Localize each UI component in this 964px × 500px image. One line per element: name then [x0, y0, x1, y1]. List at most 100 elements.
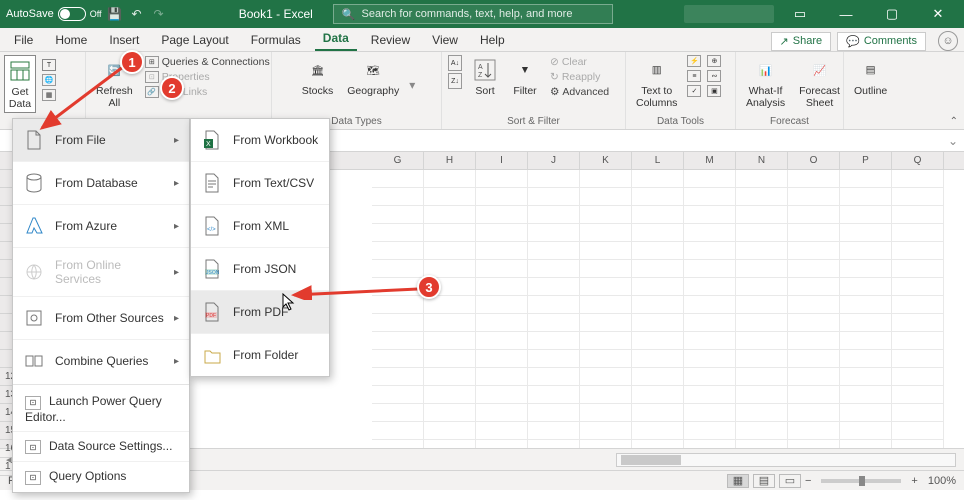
close-icon[interactable]: ✕ — [918, 0, 958, 28]
cell[interactable] — [476, 404, 528, 422]
cell[interactable] — [632, 188, 684, 206]
cell[interactable] — [788, 296, 840, 314]
cell[interactable] — [372, 260, 424, 278]
zoom-in-icon[interactable]: + — [911, 475, 917, 487]
menu-item-from-text-csv[interactable]: From Text/CSV — [191, 162, 329, 205]
cell[interactable] — [840, 296, 892, 314]
cell[interactable] — [372, 368, 424, 386]
cell[interactable] — [840, 278, 892, 296]
cell[interactable] — [736, 332, 788, 350]
cell[interactable] — [736, 242, 788, 260]
cell[interactable] — [580, 386, 632, 404]
column-header[interactable]: M — [684, 152, 736, 169]
advanced-filter-button[interactable]: ⚙Advanced — [548, 85, 611, 99]
normal-view-icon[interactable]: ▦ — [727, 474, 749, 488]
cell[interactable] — [736, 296, 788, 314]
cell[interactable] — [528, 314, 580, 332]
cell[interactable] — [684, 296, 736, 314]
cell[interactable] — [476, 170, 528, 188]
cell[interactable] — [528, 350, 580, 368]
cell[interactable] — [892, 278, 944, 296]
horizontal-scrollbar[interactable] — [616, 453, 956, 467]
cell[interactable] — [736, 422, 788, 440]
cell[interactable] — [632, 224, 684, 242]
column-header[interactable]: L — [632, 152, 684, 169]
cell[interactable] — [372, 296, 424, 314]
cell[interactable] — [372, 422, 424, 440]
tab-pagelayout[interactable]: Page Layout — [153, 29, 236, 51]
cell[interactable] — [424, 224, 476, 242]
cell[interactable] — [788, 314, 840, 332]
cell[interactable] — [580, 440, 632, 448]
column-header[interactable]: H — [424, 152, 476, 169]
cell[interactable] — [528, 332, 580, 350]
cell[interactable] — [736, 386, 788, 404]
cell[interactable] — [840, 350, 892, 368]
cell[interactable] — [632, 296, 684, 314]
cell[interactable] — [372, 404, 424, 422]
cell[interactable] — [788, 368, 840, 386]
zoom-out-icon[interactable]: − — [805, 475, 811, 487]
menu-item-from-xml[interactable]: </> From XML — [191, 205, 329, 248]
cell[interactable] — [684, 422, 736, 440]
cell[interactable] — [528, 170, 580, 188]
cell[interactable] — [788, 170, 840, 188]
cell[interactable] — [788, 242, 840, 260]
cell[interactable] — [424, 242, 476, 260]
cell[interactable] — [528, 188, 580, 206]
cell[interactable] — [788, 332, 840, 350]
data-val-icon[interactable]: ✓ — [687, 85, 701, 97]
formula-expand-icon[interactable]: ⌄ — [942, 134, 964, 148]
column-header[interactable]: G — [372, 152, 424, 169]
cell[interactable] — [372, 188, 424, 206]
tab-insert[interactable]: Insert — [101, 29, 147, 51]
autosave-toggle[interactable]: AutoSave Off — [6, 7, 102, 21]
cell[interactable] — [788, 404, 840, 422]
cell[interactable] — [632, 404, 684, 422]
menu-item-combine-queries[interactable]: Combine Queries ▸ — [13, 340, 189, 382]
tab-data[interactable]: Data — [315, 27, 357, 51]
cell[interactable] — [840, 242, 892, 260]
cell[interactable] — [424, 332, 476, 350]
cell[interactable] — [840, 260, 892, 278]
cell[interactable] — [840, 440, 892, 448]
menu-item-from-other-sources[interactable]: From Other Sources ▸ — [13, 297, 189, 340]
cell[interactable] — [892, 386, 944, 404]
cell[interactable] — [476, 368, 528, 386]
from-text-mini-icon[interactable]: T — [42, 59, 56, 71]
from-table-mini-icon[interactable]: ▦ — [42, 89, 56, 101]
cell[interactable] — [684, 224, 736, 242]
cell[interactable] — [476, 332, 528, 350]
cell[interactable] — [736, 188, 788, 206]
pagelayout-view-icon[interactable]: ▤ — [753, 474, 775, 488]
menu-item-from-workbook[interactable]: X From Workbook — [191, 119, 329, 162]
tab-help[interactable]: Help — [472, 29, 513, 51]
tab-file[interactable]: File — [6, 29, 41, 51]
cell[interactable] — [632, 242, 684, 260]
cell[interactable] — [788, 224, 840, 242]
consolidate-icon[interactable]: ⊕ — [707, 55, 721, 67]
menu-item-from-database[interactable]: From Database ▸ — [13, 162, 189, 205]
cell[interactable] — [892, 296, 944, 314]
pagebreak-view-icon[interactable]: ▭ — [779, 474, 801, 488]
menu-item-from-folder[interactable]: From Folder — [191, 334, 329, 376]
cell[interactable] — [476, 440, 528, 448]
cell[interactable] — [788, 350, 840, 368]
sort-za-icon[interactable]: Z↓ — [448, 73, 462, 89]
cell[interactable] — [736, 350, 788, 368]
cell[interactable] — [892, 170, 944, 188]
outline-button[interactable]: ▤ Outline — [850, 55, 891, 99]
cell[interactable] — [684, 440, 736, 448]
save-icon[interactable]: 💾 — [106, 5, 124, 23]
menu-item-from-azure[interactable]: From Azure ▸ — [13, 205, 189, 248]
minimize-icon[interactable]: — — [826, 0, 866, 28]
cell[interactable] — [684, 404, 736, 422]
menu-item-launch-power-query-editor-[interactable]: ⊡Launch Power Query Editor... — [13, 387, 189, 431]
cell[interactable] — [424, 422, 476, 440]
tab-view[interactable]: View — [424, 29, 466, 51]
cell[interactable] — [580, 314, 632, 332]
cell[interactable] — [424, 404, 476, 422]
cell[interactable] — [476, 188, 528, 206]
cell[interactable] — [632, 386, 684, 404]
cell[interactable] — [788, 386, 840, 404]
